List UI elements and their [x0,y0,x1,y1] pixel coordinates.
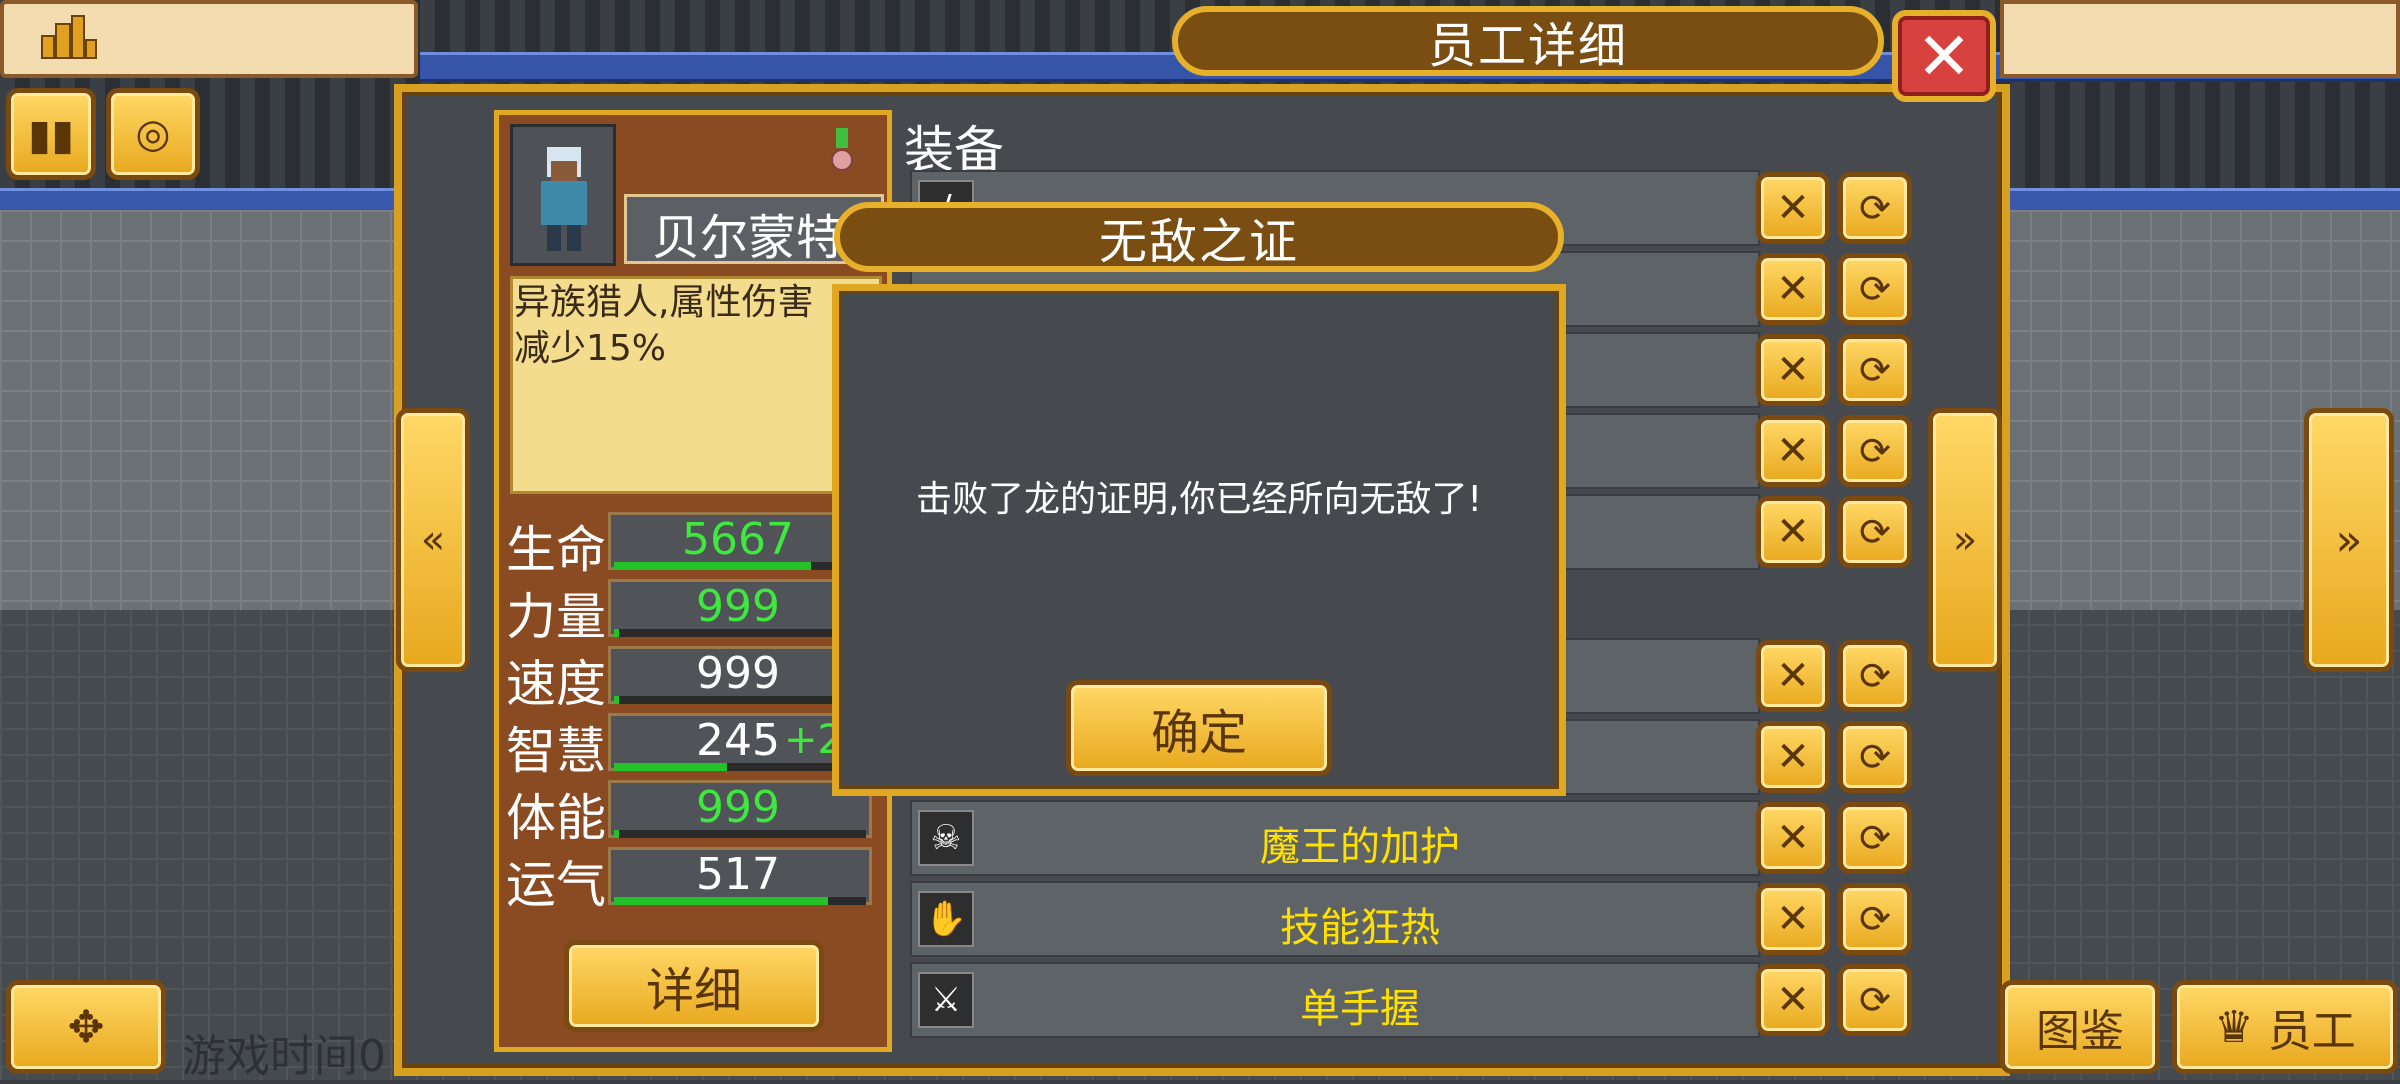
stat-value: 5667 [682,514,794,565]
top-right-bar [2000,0,2400,78]
character-description: 异族猎人,属性伤害减少15% [514,282,814,369]
pause-icon: ▮▮ [27,109,75,159]
unequip-button[interactable]: ✕ [1756,964,1830,1036]
modal-message: 击败了龙的证明,你已经所向无敌了! [916,479,1482,520]
stat-bar-fill [614,830,619,838]
stat-label: 速度 [506,655,606,713]
prev-staff-button[interactable]: « [396,408,470,672]
stat-bar-fill [614,897,828,905]
stat-bar [614,897,866,905]
swap-button[interactable]: ⟳ [1838,253,1912,325]
swap-icon: ⟳ [1859,429,1891,473]
equipment-name: 技能狂热 [1280,905,1440,951]
compass-button[interactable]: ✥ [6,980,166,1074]
swap-icon: ⟳ [1859,978,1891,1022]
swap-icon: ⟳ [1859,510,1891,554]
next-staff-button[interactable]: » [2304,408,2394,672]
unequip-button[interactable]: ✕ [1756,496,1830,568]
swap-button[interactable]: ⟳ [1838,415,1912,487]
swap-button[interactable]: ⟳ [1838,883,1912,955]
swap-icon: ⟳ [1859,348,1891,392]
building-icon [41,15,97,59]
double-right-arrow-icon: » [1952,517,1978,563]
equipment-name: 魔王的加护 [1260,824,1460,870]
unequip-button[interactable]: ✕ [1756,802,1830,874]
unequip-button[interactable]: ✕ [1756,883,1830,955]
stat-value: 999 [696,782,780,833]
x-icon: ✕ [1776,185,1810,231]
stat-bar [614,696,866,704]
stat-label: 力量 [506,588,606,646]
double-right-arrow-icon: » [2335,514,2363,566]
unequip-button[interactable]: ✕ [1756,721,1830,793]
unequip-button[interactable]: ✕ [1756,334,1830,406]
x-icon: ✕ [1776,653,1810,699]
crown-icon: ♛ [2214,1001,2254,1053]
swap-icon: ⟳ [1859,654,1891,698]
close-icon: ✕ [1916,17,1972,95]
swap-icon: ⟳ [1859,735,1891,779]
staff-button[interactable]: ♛ 员工 [2172,980,2398,1074]
stat-label: 生命 [506,521,606,579]
hunter-sprite-icon [541,147,587,251]
window-title: 员工详细 [1172,6,1884,76]
swap-icon: ⟳ [1859,897,1891,941]
swap-icon: ⟳ [1859,186,1891,230]
stat-bar [614,562,866,570]
equipment-name: 单手握 [1300,986,1420,1032]
x-icon: ✕ [1776,815,1810,861]
next-page-button[interactable]: » [1928,408,2002,672]
x-icon: ✕ [1776,509,1810,555]
confirm-button[interactable]: 确定 [1066,680,1332,776]
staff-label: 员工 [2267,1006,2356,1057]
stat-label: 运气 [506,856,606,914]
character-portrait [510,124,616,266]
unequip-button[interactable]: ✕ [1756,172,1830,244]
swap-button[interactable]: ⟳ [1838,964,1912,1036]
swap-button[interactable]: ⟳ [1838,496,1912,568]
swap-icon: ⟳ [1859,267,1891,311]
x-icon: ✕ [1776,896,1810,942]
medal-icon [831,128,853,171]
x-icon: ✕ [1776,734,1810,780]
atlas-button[interactable]: 图鉴 [2000,980,2160,1074]
stat-bar-fill [614,629,619,637]
swap-icon: ⟳ [1859,816,1891,860]
coins-button[interactable]: ◎ [106,88,200,180]
character-name: 贝尔蒙特 [652,210,845,266]
x-icon: ✕ [1776,428,1810,474]
stat-bar [614,830,866,838]
unequip-button[interactable]: ✕ [1756,640,1830,712]
swap-button[interactable]: ⟳ [1838,802,1912,874]
unequip-button[interactable]: ✕ [1756,415,1830,487]
stat-bar-fill [614,763,727,771]
unequip-button[interactable]: ✕ [1756,253,1830,325]
modal-title: 无敌之证 [834,202,1564,272]
stat-value: 517 [696,849,780,900]
close-button[interactable]: ✕ [1892,10,1996,102]
x-icon: ✕ [1776,347,1810,393]
stat-label: 智慧 [506,722,606,780]
stat-bar [614,629,866,637]
stat-label: 体能 [506,789,606,847]
stat-bar [614,763,866,771]
game-time-label: 游戏时间0 [182,1031,386,1082]
stat-bar-fill [614,696,619,704]
coins-icon: ◎ [135,111,171,157]
stat-bar-fill [614,562,811,570]
compass-icon: ✥ [67,1001,105,1053]
swap-button[interactable]: ⟳ [1838,721,1912,793]
detail-button[interactable]: 详细 [564,940,824,1032]
swap-button[interactable]: ⟳ [1838,172,1912,244]
swap-button[interactable]: ⟳ [1838,640,1912,712]
double-left-arrow-icon: « [420,517,446,563]
stat-value: 999 [696,648,780,699]
floor-tiles-left [0,210,400,610]
x-icon: ✕ [1776,977,1810,1023]
x-icon: ✕ [1776,266,1810,312]
pause-button[interactable]: ▮▮ [6,88,96,180]
swap-button[interactable]: ⟳ [1838,334,1912,406]
stat-value: 999 [696,581,780,632]
